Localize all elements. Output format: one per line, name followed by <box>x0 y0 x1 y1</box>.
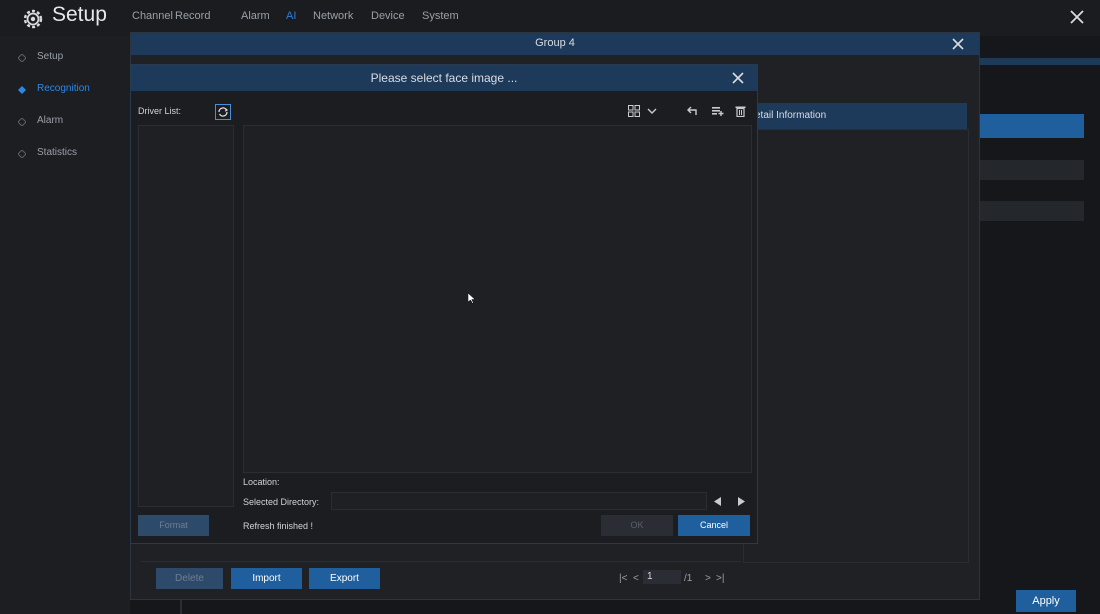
next-page-button[interactable]: > <box>705 573 711 584</box>
sidebar-item-alarm[interactable]: Alarm <box>0 106 130 138</box>
page-total: /1 <box>684 573 693 584</box>
delete-button[interactable]: Delete <box>156 568 223 589</box>
divider <box>180 598 182 614</box>
detail-information-title: etail Information <box>755 110 827 121</box>
selected-field[interactable] <box>977 114 1084 138</box>
dialog-title: Group 4 <box>535 37 575 49</box>
cancel-button[interactable]: Cancel <box>678 515 750 536</box>
driver-list-label: Driver List: <box>138 106 182 116</box>
driver-list[interactable] <box>138 125 234 507</box>
diamond-icon <box>18 118 26 126</box>
dialog-title: Please select face image ... <box>370 71 518 85</box>
nav-device[interactable]: Device <box>371 10 405 22</box>
arrow-right-icon[interactable] <box>737 497 745 506</box>
diamond-icon <box>18 86 26 94</box>
close-icon[interactable] <box>731 71 745 85</box>
sidebar-item-label: Setup <box>37 51 64 62</box>
input-field[interactable] <box>977 160 1084 180</box>
sidebar-item-label: Recognition <box>37 83 90 94</box>
selected-directory-label: Selected Directory: <box>243 497 320 507</box>
input-field[interactable] <box>977 201 1084 221</box>
nav-ai[interactable]: AI <box>286 10 296 22</box>
nav-alarm[interactable]: Alarm <box>241 10 270 22</box>
nav-network[interactable]: Network <box>313 10 353 22</box>
sidebar-item-setup[interactable]: Setup <box>0 42 130 74</box>
sidebar-item-recognition[interactable]: Recognition <box>0 74 130 106</box>
ok-button[interactable]: OK <box>601 515 673 536</box>
diamond-icon <box>18 54 26 62</box>
status-text: Refresh finished ! <box>243 521 314 531</box>
divider <box>141 561 741 562</box>
face-image-dialog: Please select face image ... Driver List… <box>130 64 758 544</box>
chevron-down-icon[interactable] <box>647 107 657 115</box>
prev-page-button[interactable]: < <box>633 573 639 584</box>
header-band <box>977 58 1100 65</box>
diamond-icon <box>18 150 26 158</box>
sidebar-item-label: Alarm <box>37 115 64 126</box>
export-button[interactable]: Export <box>309 568 380 589</box>
refresh-icon[interactable] <box>215 104 231 120</box>
location-label: Location: <box>243 477 280 487</box>
back-icon[interactable] <box>687 106 699 116</box>
nav-record[interactable]: Record <box>175 10 210 22</box>
apply-button[interactable]: Apply <box>1016 590 1076 612</box>
sidebar-item-statistics[interactable]: Statistics <box>0 138 130 170</box>
close-icon[interactable] <box>1068 8 1086 26</box>
trash-icon[interactable] <box>735 105 746 117</box>
import-button[interactable]: Import <box>231 568 302 589</box>
close-icon[interactable] <box>951 37 965 51</box>
detail-information-panel <box>743 129 969 563</box>
file-browser-area[interactable] <box>243 125 752 473</box>
first-page-button[interactable]: |< <box>619 573 627 584</box>
grid-view-icon[interactable] <box>628 105 640 117</box>
new-folder-icon[interactable] <box>711 105 724 117</box>
nav-system[interactable]: System <box>422 10 459 22</box>
last-page-button[interactable]: >| <box>716 573 724 584</box>
gear-icon <box>22 8 44 30</box>
page-number-input[interactable]: 1 <box>643 570 681 584</box>
detail-information-header: etail Information <box>743 103 967 129</box>
format-button[interactable]: Format <box>138 515 209 536</box>
cursor-icon <box>468 293 476 304</box>
nav-channel[interactable]: Channel <box>132 10 173 22</box>
app-title: Setup <box>52 3 107 26</box>
arrow-left-icon[interactable] <box>714 497 722 506</box>
sidebar-item-label: Statistics <box>37 147 78 158</box>
selected-directory-field[interactable] <box>331 492 707 510</box>
